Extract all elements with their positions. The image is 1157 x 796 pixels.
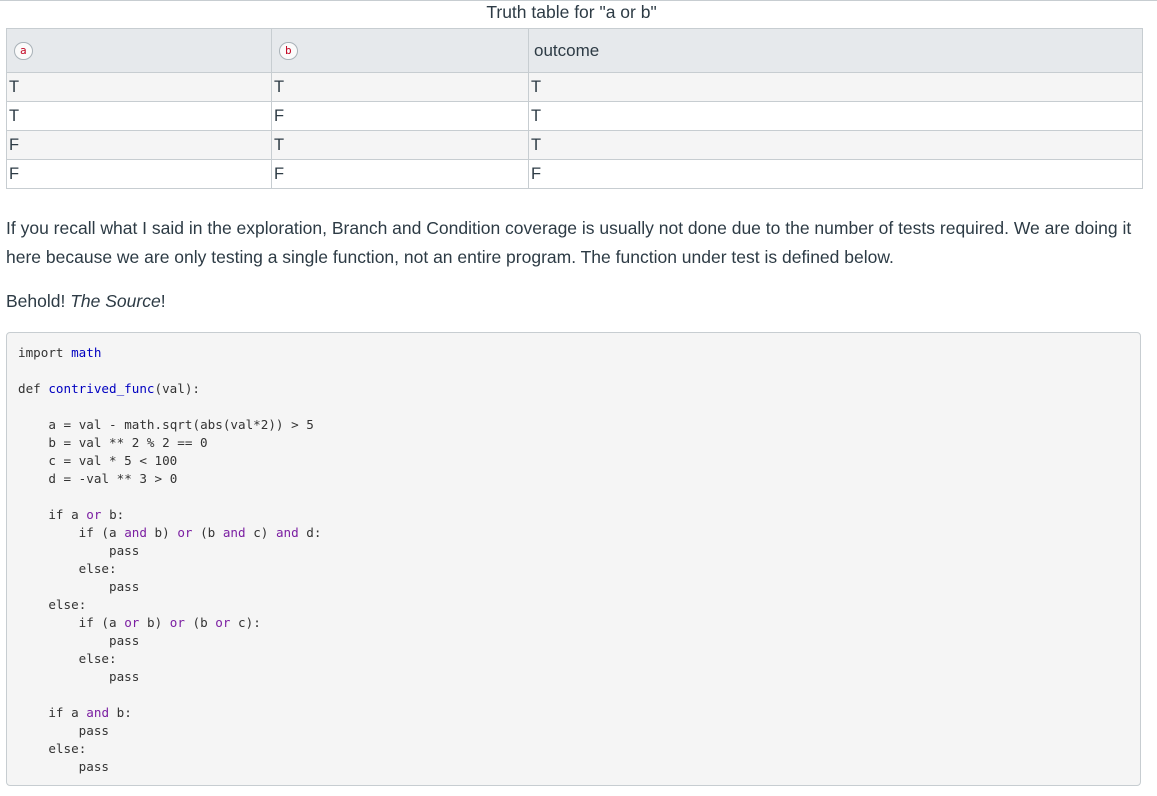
cell-a: T (6, 72, 272, 102)
behold-emphasis: The Source (70, 291, 161, 311)
table-row: F F F (6, 159, 1143, 189)
code-line: else: (78, 561, 117, 576)
cell-outcome: T (528, 72, 1143, 102)
cell-a: F (6, 159, 272, 189)
code-line: d = -val ** 3 > 0 (48, 471, 178, 486)
table-caption: Truth table for "a or b" (486, 2, 657, 22)
code-line: pass (109, 543, 140, 558)
header-a: a (6, 28, 272, 73)
code-line: if (a and b) or (b and c) and d: (78, 525, 322, 540)
truth-table: a b outcome T T T T F T F T T F F F (6, 28, 1143, 189)
variable-pill-a: a (14, 42, 33, 60)
header-outcome: outcome (528, 28, 1143, 73)
code-line: if (a or b) or (b or c): (78, 615, 261, 630)
code-block: import math def contrived_func(val): a =… (6, 332, 1141, 786)
table-row: T F T (6, 101, 1143, 131)
cell-outcome: T (528, 101, 1143, 131)
code-line: pass (78, 723, 110, 738)
cell-b: F (271, 159, 529, 189)
code-line: def contrived_func(val): (18, 381, 201, 396)
code-line: if a or b: (48, 507, 125, 522)
cell-a: F (6, 130, 272, 160)
code-line: else: (48, 597, 87, 612)
code-line: pass (78, 759, 110, 774)
variable-pill-b: b (279, 42, 298, 60)
code-line: pass (109, 633, 140, 648)
cell-outcome: T (528, 130, 1143, 160)
table-header-row: a b outcome (6, 28, 1143, 73)
behold-line: Behold! The Source! (6, 287, 166, 316)
code-line: if a and b: (48, 705, 132, 720)
cell-b: F (271, 101, 529, 131)
cell-a: T (6, 101, 272, 131)
code-line: pass (109, 579, 140, 594)
behold-prefix: Behold! (6, 291, 71, 311)
code-line: a = val - math.sqrt(abs(val*2)) > 5 (48, 417, 314, 432)
cell-b: T (271, 130, 529, 160)
code-line: b = val ** 2 % 2 == 0 (48, 435, 208, 450)
code-line: import math (18, 345, 102, 360)
code-line: else: (78, 651, 117, 666)
code-line: c = val * 5 < 100 (48, 453, 178, 468)
code-line: pass (109, 669, 140, 684)
behold-suffix: ! (160, 291, 166, 311)
table-row: F T T (6, 130, 1143, 160)
cell-outcome: F (528, 159, 1143, 189)
code-line: else: (48, 741, 87, 756)
cell-b: T (271, 72, 529, 102)
explanation-paragraph: If you recall what I said in the explora… (6, 218, 1132, 267)
table-row: T T T (6, 72, 1143, 102)
header-b: b (271, 28, 529, 73)
